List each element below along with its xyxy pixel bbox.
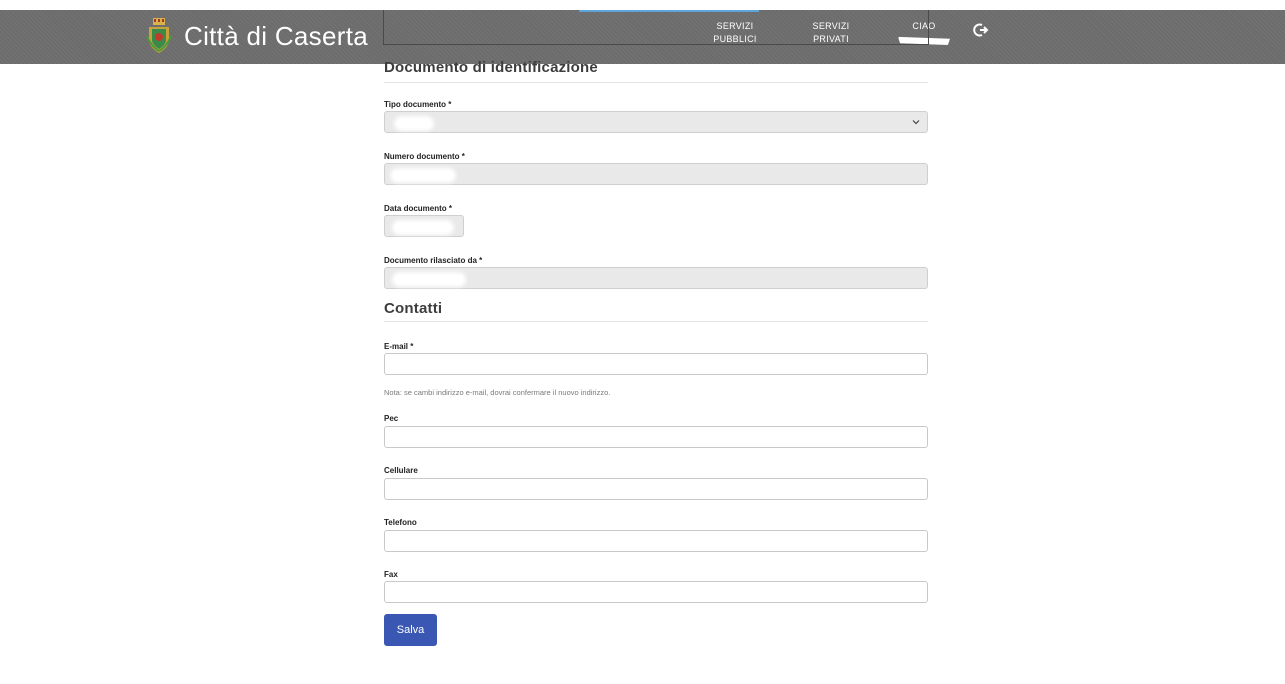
data-documento-field[interactable]: [384, 215, 464, 237]
email-label: E-mail *: [384, 342, 414, 351]
rilasciato-da-field[interactable]: [384, 267, 928, 289]
telefono-label: Telefono: [384, 518, 417, 527]
fax-label: Fax: [384, 570, 398, 579]
redacted-value: [397, 119, 431, 128]
brand[interactable]: Città di Caserta: [146, 16, 368, 56]
document-section-header: Documento di identificazione: [384, 58, 928, 83]
brand-name: Città di Caserta: [184, 20, 368, 51]
email-note: Nota: se cambi indirizzo e-mail, dovrai …: [384, 388, 611, 397]
page-top-strip: [383, 10, 929, 45]
fax-field[interactable]: [384, 581, 928, 603]
numero-documento-field[interactable]: [384, 163, 928, 185]
contacts-section-title: Contatti: [384, 300, 928, 322]
redacted-value: [395, 223, 451, 232]
redacted-value: [395, 275, 463, 284]
email-field[interactable]: [384, 353, 928, 375]
contacts-section-header: Contatti: [384, 300, 928, 322]
tipo-documento-label: Tipo documento *: [384, 100, 452, 109]
save-button[interactable]: Salva: [384, 614, 437, 646]
pec-label: Pec: [384, 414, 399, 423]
logout-icon[interactable]: [973, 22, 989, 38]
chevron-down-icon: [912, 120, 920, 125]
rilasciato-da-label: Documento rilasciato da *: [384, 256, 483, 265]
telefono-field[interactable]: [384, 530, 928, 552]
cellulare-field[interactable]: [384, 478, 928, 500]
document-section-title: Documento di identificazione: [384, 58, 928, 83]
cellulare-label: Cellulare: [384, 466, 418, 475]
numero-documento-label: Numero documento *: [384, 152, 465, 161]
active-indicator: [579, 10, 759, 12]
tipo-documento-select[interactable]: [384, 111, 928, 133]
pec-field[interactable]: [384, 426, 928, 448]
data-documento-label: Data documento *: [384, 204, 453, 213]
redacted-value: [393, 171, 453, 180]
coat-of-arms-icon: [146, 18, 172, 53]
